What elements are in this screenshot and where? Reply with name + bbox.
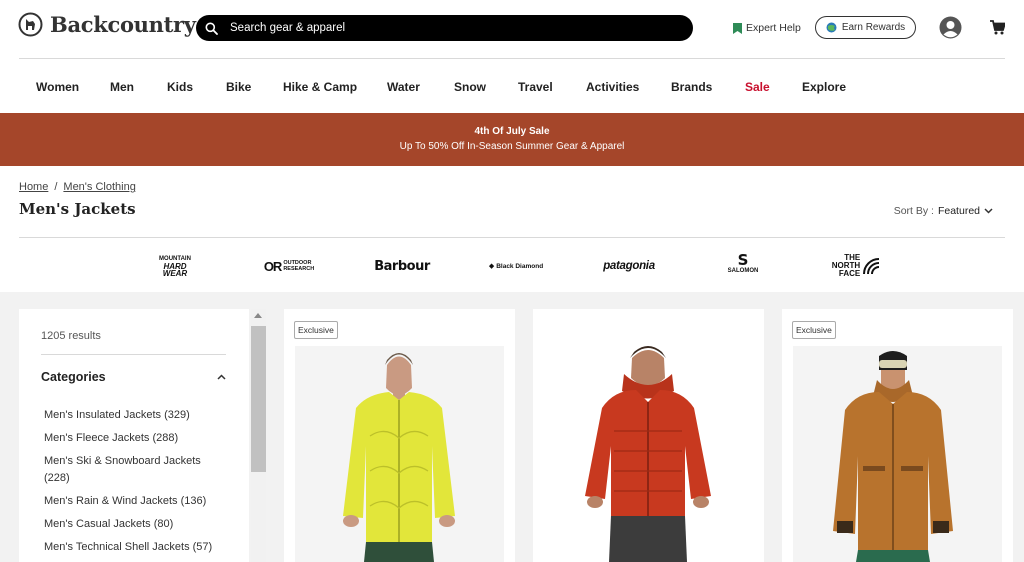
results-count: 1205 results <box>41 330 101 342</box>
brand-logo-salomon[interactable]: S SALOMON <box>722 252 764 280</box>
brand-logo-the-north-face[interactable]: THE NORTH FACE <box>828 252 884 280</box>
sort-dropdown[interactable]: Sort By : Featured <box>894 205 993 217</box>
scroll-up-arrow-icon[interactable] <box>254 313 262 318</box>
promo-subtitle: Up To 50% Off In-Season Summer Gear & Ap… <box>399 141 625 152</box>
earn-rewards-button[interactable]: Earn Rewards <box>815 16 916 39</box>
promo-title: 4th Of July Sale <box>474 126 550 137</box>
filter-divider <box>41 354 226 355</box>
categories-title: Categories <box>41 370 106 384</box>
nav-item-travel[interactable]: Travel <box>518 80 553 94</box>
jacket-photo <box>295 346 504 562</box>
title-divider <box>19 237 1005 238</box>
product-card[interactable] <box>533 309 764 562</box>
brand-logo-black-diamond[interactable]: ◆ Black Diamond <box>485 252 547 280</box>
brand-name: Backcountry <box>50 12 196 37</box>
breadcrumb-mens-clothing-link[interactable]: Men's Clothing <box>63 181 135 193</box>
exclusive-badge: Exclusive <box>294 321 338 339</box>
breadcrumb-separator: / <box>54 181 58 193</box>
product-image[interactable] <box>544 346 753 562</box>
nav-item-bike[interactable]: Bike <box>226 80 251 94</box>
expert-help-link[interactable]: Expert Help <box>733 22 801 34</box>
nav-item-brands[interactable]: Brands <box>671 80 712 94</box>
category-link[interactable]: Men's Technical Shell Jackets (57) <box>44 539 244 556</box>
nav-item-men[interactable]: Men <box>110 80 134 94</box>
category-link[interactable]: Men's Fleece Jackets (288) <box>44 430 244 447</box>
category-link[interactable]: Men's Rain & Wind Jackets (136) <box>44 493 244 510</box>
search-icon <box>205 22 218 35</box>
north-face-dome-icon <box>863 258 880 275</box>
product-card[interactable]: Exclusive <box>782 309 1013 562</box>
promo-banner[interactable]: 4th Of July Sale Up To 50% Off In-Season… <box>0 113 1024 166</box>
search-bar[interactable]: Search gear & apparel <box>196 15 693 41</box>
nav-item-hike-camp[interactable]: Hike & Camp <box>283 80 357 94</box>
expert-help-label: Expert Help <box>746 22 801 34</box>
bookmark-icon <box>733 22 742 34</box>
brand-logo-outdoor-research[interactable]: OR OUTDOOR RESEARCH <box>259 252 319 280</box>
sort-label: Sort By : <box>893 205 934 217</box>
product-listing-area: 1205 results Categories Men's Insulated … <box>0 292 1024 562</box>
backcountry-logo[interactable]: Backcountry <box>18 12 196 37</box>
filter-scrollbar[interactable] <box>251 309 266 562</box>
product-card[interactable]: Exclusive <box>284 309 515 562</box>
product-image[interactable] <box>295 346 504 562</box>
chevron-down-icon <box>984 208 993 214</box>
brand-logo-barbour[interactable]: Barbour <box>372 252 432 280</box>
brand-logo-strip: MOUNTAIN HARD WEAR OR OUTDOOR RESEARCH B… <box>0 248 1024 282</box>
category-link[interactable]: Men's Casual Jackets (80) <box>44 516 244 533</box>
page-title: Men's Jackets <box>19 200 136 218</box>
product-image[interactable] <box>793 346 1002 562</box>
category-link[interactable]: Men's Ski & Snowboard Jackets (228) <box>44 453 214 487</box>
sort-value: Featured <box>937 205 980 217</box>
earn-rewards-label: Earn Rewards <box>841 22 906 33</box>
nav-item-activities[interactable]: Activities <box>586 80 639 94</box>
nav-item-kids[interactable]: Kids <box>167 80 193 94</box>
cart-icon[interactable] <box>990 20 1005 35</box>
breadcrumb-home-link[interactable]: Home <box>19 181 48 193</box>
diamond-icon: ◆ <box>488 263 495 270</box>
nav-item-water[interactable]: Water <box>387 80 420 94</box>
nav-item-explore[interactable]: Explore <box>802 80 846 94</box>
exclusive-badge: Exclusive <box>792 321 836 339</box>
category-link[interactable]: Men's Insulated Jackets (329) <box>44 407 244 424</box>
rewards-globe-icon <box>826 22 837 33</box>
account-icon[interactable] <box>939 16 962 39</box>
categories-toggle[interactable]: Categories <box>41 370 226 384</box>
chevron-up-icon <box>217 374 226 380</box>
jacket-photo <box>793 346 1002 562</box>
brand-logo-mountain-hardwear[interactable]: MOUNTAIN HARD WEAR <box>150 252 200 280</box>
nav-item-snow[interactable]: Snow <box>454 80 486 94</box>
main-nav: Women Men Kids Bike Hike & Camp Water Sn… <box>19 58 1005 113</box>
search-input[interactable]: Search gear & apparel <box>230 22 345 34</box>
nav-item-women[interactable]: Women <box>36 80 79 94</box>
scrollbar-thumb[interactable] <box>251 326 266 472</box>
backcountry-goat-logo-icon <box>18 12 43 37</box>
category-list: Men's Insulated Jackets (329) Men's Flee… <box>44 407 244 562</box>
site-header: Backcountry Search gear & apparel Expert… <box>0 0 1024 58</box>
brand-logo-patagonia[interactable]: patagonia <box>599 252 659 280</box>
nav-item-sale[interactable]: Sale <box>745 80 770 94</box>
breadcrumb: Home / Men's Clothing <box>19 181 136 193</box>
jacket-photo <box>544 346 753 562</box>
filter-panel: 1205 results Categories Men's Insulated … <box>19 309 249 562</box>
